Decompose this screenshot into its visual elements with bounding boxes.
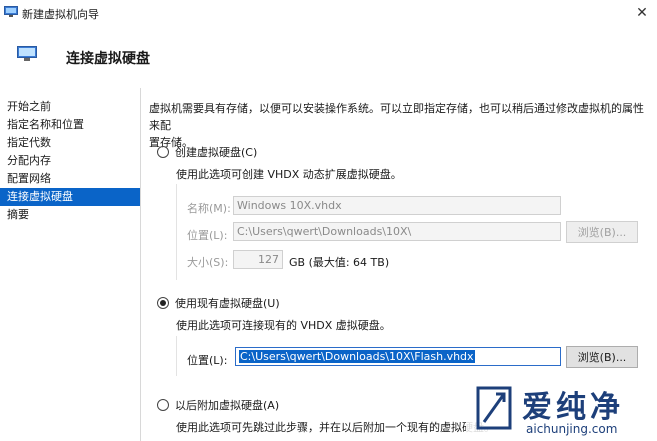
create-vhd-radio[interactable]: 创建虚拟硬盘(C) (157, 144, 257, 160)
create-vhd-panel: 名称(M): Windows 10X.vhdx 位置(L): C:\Users\… (176, 184, 645, 280)
existing-vhd-label: 使用现有虚拟硬盘(U) (175, 297, 280, 310)
sidebar-item-network[interactable]: 配置网络 (0, 170, 140, 188)
close-icon: ✕ (636, 5, 648, 21)
intro-line-1: 虚拟机需要具有存储，以便可以安装操作系统。可以立即指定存储，也可以稍后通过修改虚… (149, 102, 644, 132)
sidebar-item-name-location[interactable]: 指定名称和位置 (0, 116, 140, 134)
existing-location-input[interactable]: C:\Users\qwert\Downloads\10X\Flash.vhdx (235, 347, 561, 366)
existing-vhd-panel: 位置(L): C:\Users\qwert\Downloads\10X\Flas… (176, 336, 645, 376)
attach-later-radio[interactable]: 以后附加虚拟硬盘(A) (157, 397, 279, 413)
virtual-disk-icon (17, 46, 37, 65)
existing-location-selected-text: C:\Users\qwert\Downloads\10X\Flash.vhdx (239, 350, 475, 363)
create-location-label: 位置(L): (187, 229, 228, 242)
wizard-steps-sidebar: 开始之前 指定名称和位置 指定代数 分配内存 配置网络 连接虚拟硬盘 摘要 (0, 88, 140, 441)
hyperv-app-icon (4, 6, 18, 21)
existing-vhd-radio[interactable]: 使用现有虚拟硬盘(U) (157, 295, 280, 311)
create-vhd-desc: 使用此选项可创建 VHDX 动态扩展虚拟硬盘。 (176, 168, 402, 181)
close-button[interactable]: ✕ (627, 0, 657, 26)
page-title: 连接虚拟硬盘 (66, 51, 150, 67)
create-size-unit: GB (最大值: 64 TB) (289, 256, 390, 269)
watermark-brand: 爱纯净 (522, 390, 624, 425)
create-location-input[interactable]: C:\Users\qwert\Downloads\10X\ (233, 222, 561, 241)
sidebar-item-before-you-begin[interactable]: 开始之前 (0, 98, 140, 116)
create-size-label: 大小(S): (187, 256, 229, 269)
attach-later-desc: 使用此选项可先跳过此步骤，并在以后附加一个现有的虚拟硬盘。 (176, 421, 495, 434)
attach-later-radio-circle[interactable] (157, 399, 169, 411)
create-browse-button[interactable]: 浏览(B)... (566, 221, 638, 243)
sidebar-item-memory[interactable]: 分配内存 (0, 152, 140, 170)
radio-selected-dot (160, 300, 166, 306)
existing-vhd-radio-circle[interactable] (157, 297, 169, 309)
create-size-input[interactable]: 127 (233, 250, 283, 269)
existing-browse-button[interactable]: 浏览(B)... (566, 346, 638, 368)
create-vhd-label: 创建虚拟硬盘(C) (175, 146, 258, 159)
sidebar-item-summary[interactable]: 摘要 (0, 206, 140, 224)
watermark-url: aichunjing.com (526, 422, 618, 436)
sidebar-item-generation[interactable]: 指定代数 (0, 134, 140, 152)
site-watermark: 爱纯净 aichunjing.com (466, 376, 657, 441)
attach-later-label: 以后附加虚拟硬盘(A) (175, 399, 280, 412)
create-name-input[interactable]: Windows 10X.vhdx (233, 196, 561, 215)
wizard-header: 连接虚拟硬盘 (0, 26, 657, 88)
existing-vhd-desc: 使用此选项可连接现有的 VHDX 虚拟硬盘。 (176, 319, 391, 332)
sidebar-item-connect-vhd[interactable]: 连接虚拟硬盘 (0, 188, 140, 206)
existing-location-label: 位置(L): (187, 354, 228, 367)
title-bar: 新建虚拟机向导 ✕ (0, 0, 657, 26)
window-title: 新建虚拟机向导 (22, 8, 99, 21)
create-name-label: 名称(M): (187, 202, 231, 215)
create-vhd-radio-circle[interactable] (157, 146, 169, 158)
